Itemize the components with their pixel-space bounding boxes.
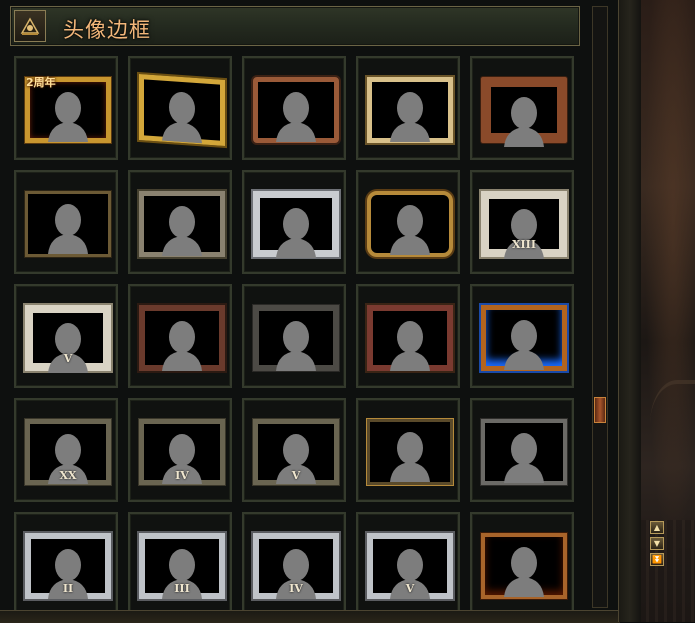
panel-side-edge (618, 0, 641, 622)
frame-preview: V (25, 305, 111, 373)
panel-header: 头像边框 (10, 6, 580, 46)
avatar-silhouette-icon (48, 204, 88, 254)
frame-tier-label: XX (59, 469, 77, 482)
frame-preview (481, 77, 567, 147)
frame-preview (481, 419, 567, 485)
frame-preview (25, 191, 111, 257)
avatar-frame-item[interactable]: V (242, 398, 346, 502)
avatar-silhouette-icon (390, 205, 430, 255)
avatar-frame-item[interactable]: XX (14, 398, 118, 502)
frame-preview (367, 419, 453, 485)
frame-tier-label: II (62, 582, 74, 595)
avatar-frame-item[interactable] (242, 170, 346, 274)
frame-preview (481, 533, 567, 599)
frame-preview (253, 77, 339, 143)
frame-preview (367, 305, 453, 371)
avatar-silhouette-icon (504, 320, 544, 370)
avatar-silhouette-icon (390, 92, 430, 142)
frame-preview: 2周年 (25, 76, 111, 143)
frame-preview (139, 305, 225, 371)
avatar-frame-item[interactable]: V (356, 512, 460, 616)
avatar-silhouette-icon (504, 433, 544, 483)
anniversary-badge: 2周年 (26, 76, 56, 89)
avatar-silhouette-icon (504, 547, 544, 597)
avatar-silhouette-icon (48, 92, 88, 142)
frame-grid: 2周年 XIII V XX IV V II III IV V (14, 56, 574, 622)
avatar-frame-item[interactable]: IV (242, 512, 346, 616)
avatar-frame-item[interactable] (470, 56, 574, 160)
avatar-silhouette-icon (504, 97, 544, 147)
avatar-frame-panel: 头像边框 2周年 XIII V XX IV V II III IV V (0, 0, 622, 623)
frame-preview: XIII (481, 191, 567, 259)
frame-preview: IV (139, 419, 225, 485)
frame-tier-label: III (174, 582, 190, 595)
avatar-frame-item[interactable]: XIII (470, 170, 574, 274)
avatar-frame-item[interactable] (470, 398, 574, 502)
frame-preview (253, 305, 339, 371)
avatar-frame-item[interactable] (128, 170, 232, 274)
avatar-frame-item[interactable] (242, 56, 346, 160)
frame-preview (253, 191, 339, 258)
avatar-frame-item[interactable] (14, 170, 118, 274)
avatar-frame-item[interactable] (470, 512, 574, 616)
avatar-frame-item[interactable]: 2周年 (14, 56, 118, 160)
avatar-silhouette-icon (276, 321, 316, 371)
chevron-up-icon[interactable]: ▲ (650, 521, 664, 534)
avatar-frame-item[interactable] (356, 56, 460, 160)
avatar-silhouette-icon (276, 208, 316, 258)
frame-preview (139, 191, 225, 257)
frame-tier-label: IV (175, 469, 189, 482)
chevron-down-icon[interactable]: ▼ (650, 537, 664, 550)
avatar-frame-item[interactable]: IV (128, 398, 232, 502)
avatar-frame-item[interactable] (356, 284, 460, 388)
frame-preview (481, 305, 567, 371)
frame-tier-label: V (405, 582, 415, 595)
scroll-thumb[interactable] (594, 397, 606, 423)
frame-preview: V (253, 419, 339, 485)
frame-preview: V (367, 533, 453, 599)
frame-tier-label: IV (289, 582, 303, 595)
avatar-silhouette-icon (390, 432, 430, 482)
frame-preview (367, 191, 453, 257)
avatar-frame-item[interactable]: V (14, 284, 118, 388)
avatar-silhouette-icon (162, 206, 202, 256)
frame-preview: IV (253, 533, 339, 599)
frame-tier-label: V (63, 352, 73, 365)
avatar-frame-item[interactable]: III (128, 512, 232, 616)
avatar-silhouette-icon (276, 92, 316, 142)
avatar-frame-item[interactable] (470, 284, 574, 388)
avatar-frame-item[interactable] (242, 284, 346, 388)
frame-preview: III (139, 533, 225, 599)
panel-bottom-edge (0, 610, 620, 623)
avatar-frame-item[interactable] (128, 284, 232, 388)
background-scenery (640, 0, 695, 622)
avatar-frame-item[interactable] (356, 170, 460, 274)
avatar-frame-item[interactable]: II (14, 512, 118, 616)
scrollbar[interactable] (592, 6, 608, 608)
frame-tier-label: XIII (512, 238, 536, 251)
page-title: 头像边框 (63, 18, 151, 42)
chevron-double-down-icon[interactable]: ⏬ (650, 553, 664, 566)
frame-tier-label: V (291, 469, 301, 482)
frame-preview (367, 77, 453, 143)
frame-preview: II (25, 533, 111, 599)
frame-icon[interactable] (14, 10, 46, 42)
avatar-silhouette-icon (162, 91, 202, 144)
avatar-silhouette-icon (390, 321, 430, 371)
frame-preview: XX (25, 419, 111, 485)
frame-preview (139, 73, 225, 147)
avatar-frame-item[interactable] (356, 398, 460, 502)
avatar-silhouette-icon (162, 321, 202, 371)
avatar-frame-item[interactable] (128, 56, 232, 160)
